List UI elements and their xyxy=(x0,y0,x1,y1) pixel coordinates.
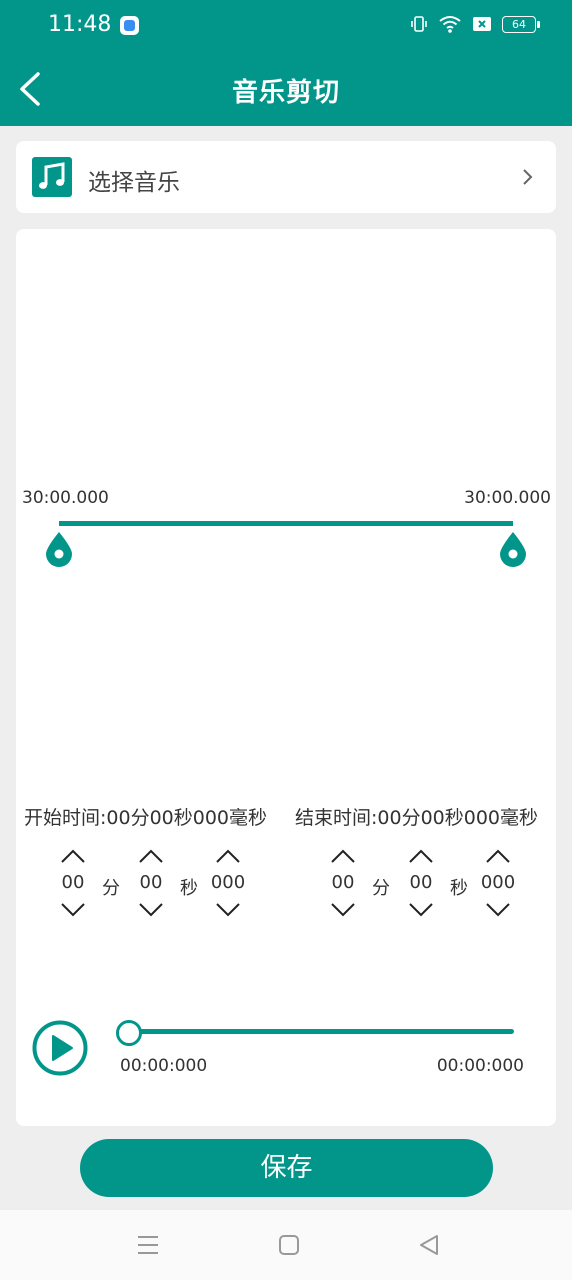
end-minutes-down-icon[interactable] xyxy=(330,899,356,919)
end-minutes-spinner: 00 xyxy=(321,847,365,919)
start-minutes-value: 00 xyxy=(61,872,85,893)
editor-card: 30:00.000 30:00.000 开始时间:00分00秒000毫秒 结束时… xyxy=(16,229,556,1126)
end-millis-down-icon[interactable] xyxy=(485,899,511,919)
end-minutes-up-icon[interactable] xyxy=(330,847,356,867)
music-note-icon xyxy=(32,157,72,197)
end-minutes-value: 00 xyxy=(331,872,355,893)
end-millis-value: 000 xyxy=(480,872,516,893)
select-music-row[interactable]: 选择音乐 xyxy=(16,141,556,213)
range-start-handle[interactable] xyxy=(44,530,74,570)
back-triangle-icon[interactable] xyxy=(416,1232,442,1258)
start-millis-up-icon[interactable] xyxy=(215,847,241,867)
playback-progress-track[interactable] xyxy=(124,1029,514,1034)
wifi-icon xyxy=(439,16,461,33)
start-minutes-down-icon[interactable] xyxy=(60,899,86,919)
playback-progress-thumb[interactable] xyxy=(116,1020,142,1046)
status-icons: 64 xyxy=(410,14,540,34)
select-music-label: 选择音乐 xyxy=(88,170,180,196)
playback-total-time: 00:00:000 xyxy=(436,1056,524,1076)
battery-icon: 64 xyxy=(502,15,540,33)
status-bar: 11:48 64 xyxy=(0,0,572,52)
system-nav-bar xyxy=(0,1210,572,1280)
app-notification-icon xyxy=(120,16,139,35)
end-seconds-up-icon[interactable] xyxy=(408,847,434,867)
page-title: 音乐剪切 xyxy=(231,78,340,108)
start-minutes-unit: 分 xyxy=(102,878,120,899)
start-time-summary: 开始时间:00分00秒000毫秒 xyxy=(24,807,268,829)
end-seconds-spinner: 00 xyxy=(399,847,443,919)
sim-off-icon xyxy=(473,17,491,31)
start-seconds-up-icon[interactable] xyxy=(138,847,164,867)
vibrate-icon xyxy=(411,16,427,32)
start-seconds-down-icon[interactable] xyxy=(138,899,164,919)
menu-icon[interactable] xyxy=(135,1232,161,1258)
end-time-summary: 结束时间:00分00秒000毫秒 xyxy=(295,807,539,829)
range-track xyxy=(59,521,513,526)
start-seconds-value: 00 xyxy=(139,872,163,893)
range-end-label: 30:00.000 xyxy=(464,488,551,508)
start-millis-spinner: 000 xyxy=(206,847,250,919)
end-seconds-unit: 秒 xyxy=(450,878,468,899)
end-seconds-down-icon[interactable] xyxy=(408,899,434,919)
end-millis-spinner: 000 xyxy=(476,847,520,919)
start-minutes-spinner: 00 xyxy=(51,847,95,919)
start-minutes-up-icon[interactable] xyxy=(60,847,86,867)
play-icon[interactable] xyxy=(32,1020,88,1076)
end-millis-up-icon[interactable] xyxy=(485,847,511,867)
chevron-right-icon xyxy=(523,169,533,185)
status-time: 11:48 xyxy=(48,12,112,37)
start-seconds-spinner: 00 xyxy=(129,847,173,919)
start-millis-value: 000 xyxy=(210,872,246,893)
app-bar: 音乐剪切 xyxy=(0,52,572,126)
start-seconds-unit: 秒 xyxy=(180,878,198,899)
save-button[interactable]: 保存 xyxy=(80,1139,493,1197)
range-start-label: 30:00.000 xyxy=(22,488,109,508)
playback-current-time: 00:00:000 xyxy=(120,1056,208,1076)
end-minutes-unit: 分 xyxy=(372,878,390,899)
home-icon[interactable] xyxy=(276,1232,302,1258)
range-end-handle[interactable] xyxy=(498,530,528,570)
start-millis-down-icon[interactable] xyxy=(215,899,241,919)
end-seconds-value: 00 xyxy=(409,872,433,893)
